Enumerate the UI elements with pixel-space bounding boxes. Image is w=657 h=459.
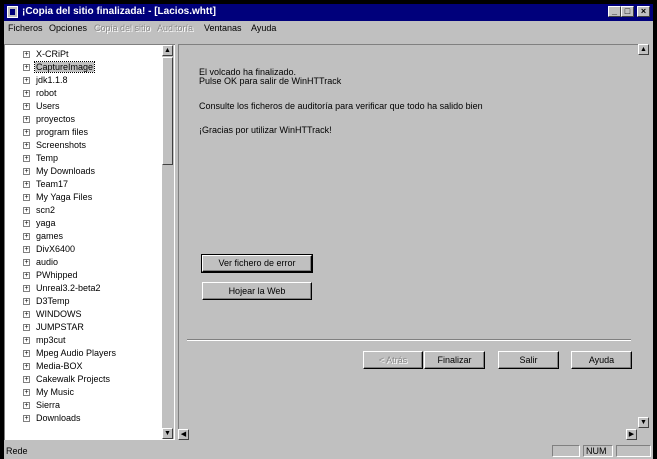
main-vertical-scrollbar[interactable]: ▲ ▼: [638, 44, 650, 429]
scroll-right-arrow-icon[interactable]: ▶: [626, 429, 637, 440]
separator-line: [187, 339, 631, 341]
expand-plus-icon[interactable]: +: [23, 324, 30, 331]
expand-plus-icon[interactable]: +: [23, 194, 30, 201]
close-button[interactable]: ×: [637, 6, 650, 17]
tree-item-label: JUMPSTAR: [36, 322, 84, 332]
status-panel-blank: [552, 445, 580, 457]
menu-copia-del-sitio[interactable]: Copia del sitio: [94, 23, 151, 33]
tree-item-label: Unreal3.2-beta2: [36, 283, 101, 293]
tree-item-label: My Yaga Files: [36, 192, 93, 202]
expand-plus-icon[interactable]: +: [23, 129, 30, 136]
tree-item-label: proyectos: [36, 114, 76, 124]
browse-web-button[interactable]: Hojear la Web: [202, 282, 312, 300]
expand-plus-icon[interactable]: +: [23, 220, 30, 227]
expand-plus-icon[interactable]: +: [23, 168, 30, 175]
exit-button[interactable]: Salir: [498, 351, 559, 369]
expand-plus-icon[interactable]: +: [23, 350, 30, 357]
tree-item-label: DivX6400: [36, 244, 76, 254]
message-thanks: ¡Gracias por utilizar WinHTTrack!: [199, 125, 332, 135]
main-scroll-down-arrow-icon[interactable]: ▼: [638, 417, 649, 428]
expand-plus-icon[interactable]: +: [23, 233, 30, 240]
expand-plus-icon[interactable]: +: [23, 207, 30, 214]
tree-item-label: PWhipped: [36, 270, 78, 280]
main-window: ¡Copia del sitio finalizada! - [Lacios.w…: [4, 4, 653, 459]
menu-opciones[interactable]: Opciones: [49, 23, 87, 33]
tree-item-label: jdk1.1.8: [36, 75, 68, 85]
expand-plus-icon[interactable]: +: [23, 155, 30, 162]
menu-bar: Ficheros Opciones Copia del sitio Audito…: [4, 22, 653, 36]
expand-plus-icon[interactable]: +: [23, 64, 30, 71]
menu-ventanas[interactable]: Ventanas: [204, 23, 242, 33]
menu-ficheros[interactable]: Ficheros: [8, 23, 43, 33]
expand-plus-icon[interactable]: +: [23, 311, 30, 318]
expand-plus-icon[interactable]: +: [23, 272, 30, 279]
expand-plus-icon[interactable]: +: [23, 103, 30, 110]
finish-button[interactable]: Finalizar: [424, 351, 485, 369]
back-button[interactable]: < Atrás: [363, 351, 423, 369]
tree-item-label: Temp: [36, 153, 59, 163]
expand-plus-icon[interactable]: +: [23, 246, 30, 253]
tree-item-label: audio: [36, 257, 59, 267]
expand-plus-icon[interactable]: +: [23, 51, 30, 58]
expand-plus-icon[interactable]: +: [23, 298, 30, 305]
tree-item-label: robot: [36, 88, 57, 98]
scroll-down-arrow-icon[interactable]: ▼: [162, 428, 173, 439]
tree-item-label: yaga: [36, 218, 56, 228]
tree-item-label: program files: [36, 127, 89, 137]
message-check-logs: Consulte los ficheros de auditoría para …: [199, 101, 483, 111]
tree-item-label: scn2: [36, 205, 56, 215]
expand-plus-icon[interactable]: +: [23, 116, 30, 123]
tree-item-label: Mpeg Audio Players: [36, 348, 117, 358]
expand-plus-icon[interactable]: +: [23, 376, 30, 383]
scroll-up-arrow-icon[interactable]: ▲: [162, 45, 173, 56]
expand-plus-icon[interactable]: +: [23, 363, 30, 370]
tree-item-label: Team17: [36, 179, 69, 189]
tree-item-label: D3Temp: [36, 296, 70, 306]
help-button[interactable]: Ayuda: [571, 351, 632, 369]
expand-plus-icon[interactable]: +: [23, 337, 30, 344]
tree-item-label: CaptureImage: [33, 61, 96, 73]
tree-item-label: Users: [36, 101, 60, 111]
minimize-button[interactable]: _: [608, 6, 621, 17]
status-bar: Rede NUM: [4, 444, 653, 459]
expand-plus-icon[interactable]: +: [23, 402, 30, 409]
main-scroll-up-arrow-icon[interactable]: ▲: [638, 44, 649, 55]
expand-plus-icon[interactable]: +: [23, 259, 30, 266]
menu-ayuda[interactable]: Ayuda: [251, 23, 276, 33]
expand-plus-icon[interactable]: +: [23, 77, 30, 84]
status-panel-blank-2: [616, 445, 651, 457]
scroll-left-arrow-icon[interactable]: ◀: [178, 429, 189, 440]
folder-tree[interactable]: + X-CRiPt + CaptureImage + jdk1.1.8 + robot + Use…: [4, 44, 175, 440]
tree-item-label: My Music: [36, 387, 74, 397]
title-bar[interactable]: ¡Copia del sitio finalizada! - [Lacios.w…: [4, 4, 653, 21]
tree-scroll-thumb[interactable]: [162, 57, 173, 165]
tree-item-label: games: [36, 231, 64, 241]
tree-item-label: My Downloads: [36, 166, 96, 176]
menu-auditoria[interactable]: Auditoría: [157, 23, 193, 33]
tree-item-label: Cakewalk Projects: [36, 374, 111, 384]
app-icon[interactable]: [7, 6, 18, 18]
view-error-log-button[interactable]: Ver fichero de error: [201, 254, 313, 273]
expand-plus-icon[interactable]: +: [23, 181, 30, 188]
expand-plus-icon[interactable]: +: [23, 90, 30, 97]
tree-item-label: Screenshots: [36, 140, 87, 150]
expand-plus-icon[interactable]: +: [23, 142, 30, 149]
status-num-indicator: NUM: [583, 445, 613, 457]
tree-item-label: WINDOWS: [36, 309, 82, 319]
tree-item-label: Sierra: [36, 400, 61, 410]
main-horizontal-scrollbar[interactable]: ◀ ▶: [178, 429, 638, 441]
expand-plus-icon[interactable]: +: [23, 285, 30, 292]
tree-item-label: X-CRiPt: [36, 49, 69, 59]
maximize-button[interactable]: □: [621, 6, 634, 17]
expand-plus-icon[interactable]: +: [23, 389, 30, 396]
message-press-ok: Pulse OK para salir de WinHTTrack: [199, 76, 342, 86]
window-title: ¡Copia del sitio finalizada! - [Lacios.w…: [22, 6, 216, 17]
tree-item-label: Media-BOX: [36, 361, 83, 371]
status-text: Rede: [6, 446, 28, 456]
expand-plus-icon[interactable]: +: [23, 415, 30, 422]
tree-vertical-scrollbar[interactable]: ▲ ▼: [162, 45, 174, 439]
tree-item-label: mp3cut: [36, 335, 66, 345]
tree-item-label: Downloads: [36, 413, 81, 423]
status-panel: El volcado ha finalizado. Pulse OK para …: [178, 44, 638, 429]
